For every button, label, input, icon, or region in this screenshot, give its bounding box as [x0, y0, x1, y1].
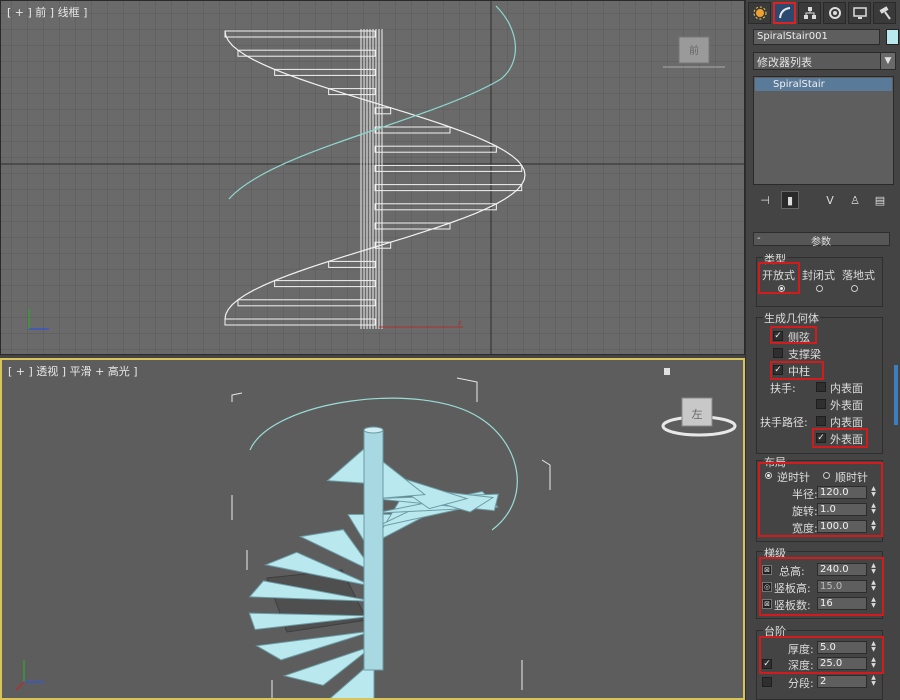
front-viewport-canvas: z 前: [1, 1, 744, 354]
rollout-toggle: -: [757, 233, 761, 244]
perspective-viewport-label[interactable]: [ + ] 透视 ] 平滑 + 高光 ]: [8, 363, 138, 379]
modify-icon: [778, 7, 790, 19]
type-closed-label[interactable]: 封闭式: [802, 267, 835, 283]
highlight-open: [758, 262, 800, 294]
stack-item-spiralstair[interactable]: SpiralStair: [755, 78, 892, 91]
tab-motion[interactable]: [823, 2, 846, 24]
highlight-layout: [758, 462, 883, 537]
tab-utilities[interactable]: [873, 2, 896, 24]
stack-toolbar: ⊣ ▮ V ♙ ▤: [756, 191, 896, 209]
viewcube-perspective-label: 左: [692, 408, 703, 421]
segments-spinner[interactable]: 2 ▲ ▼: [817, 675, 883, 689]
hammer-icon: [879, 6, 891, 20]
object-color-swatch[interactable]: [886, 29, 899, 45]
modifier-list-label: 修改器列表: [757, 56, 812, 69]
motion-icon: [828, 7, 841, 19]
viewport-home-icon[interactable]: [664, 368, 670, 375]
segments-value[interactable]: 2: [817, 675, 867, 688]
handrail-label: 扶手:: [770, 382, 796, 395]
persp-axis-tripod: [15, 660, 44, 691]
toolbar-gap: [806, 191, 814, 209]
type-box-label[interactable]: 落地式: [842, 267, 875, 283]
panel-scrollbar[interactable]: [894, 365, 898, 425]
carriage-checkbox[interactable]: [773, 348, 783, 358]
spinner-arrows-icon[interactable]: ▲ ▼: [869, 675, 878, 688]
handrail-inside-checkbox[interactable]: [816, 382, 826, 392]
display-icon: [852, 7, 867, 19]
command-panel: SpiralStair001 修改器列表 ▼ SpiralStair ⊣ ▮ V…: [745, 0, 900, 700]
perspective-viewport-canvas: 左: [15, 368, 737, 698]
rollout-title: 参数: [811, 237, 831, 248]
command-tabs: [748, 2, 898, 24]
segments-checkbox[interactable]: [762, 677, 772, 687]
segments-label: 分段:: [788, 677, 814, 690]
handrail-outside-checkbox[interactable]: [816, 399, 826, 409]
show-end-result-icon[interactable]: ▮: [781, 191, 799, 209]
highlight-stringers: [770, 326, 817, 344]
type-closed-radio[interactable]: [816, 285, 823, 292]
rail-path-label: 扶手路径:: [760, 416, 808, 429]
object-name-field[interactable]: SpiralStair001: [753, 29, 880, 45]
carriage-label: 支撑梁: [788, 348, 821, 361]
modifier-list-dropdown[interactable]: 修改器列表 ▼: [753, 52, 896, 70]
modifier-stack[interactable]: SpiralStair: [753, 76, 894, 185]
tab-hierarchy[interactable]: [798, 2, 821, 24]
tab-create[interactable]: [748, 2, 771, 24]
handrail-inside-label: 内表面: [830, 382, 863, 395]
highlight-rise: [759, 557, 884, 616]
geometry-group-title: 生成几何体: [763, 310, 820, 326]
parameters-rollout-header[interactable]: - 参数: [753, 232, 890, 248]
create-icon: [753, 6, 766, 20]
highlight-rail-outside: [812, 428, 868, 448]
chevron-down-icon: ▼: [880, 53, 895, 69]
remove-modifier-icon[interactable]: ♙: [846, 191, 864, 209]
configure-modifier-sets-icon[interactable]: ▤: [871, 191, 889, 209]
pin-stack-icon[interactable]: ⊣: [756, 191, 774, 209]
handrail-outside-label: 外表面: [830, 399, 863, 412]
viewcube-front-label: 前: [689, 44, 699, 57]
center-pole: [363, 429, 384, 671]
front-viewport-label[interactable]: [ + ] 前 ] 线框 ]: [7, 4, 87, 20]
perspective-viewport[interactable]: [ + ] 透视 ] 平滑 + 高光 ] 左: [0, 358, 745, 700]
hierarchy-icon: [803, 7, 816, 19]
type-box-radio[interactable]: [851, 285, 858, 292]
highlight-steps: [759, 636, 884, 674]
front-viewport[interactable]: [ + ] 前 ] 线框 ] z 前: [0, 0, 745, 355]
highlight-center-pole: [770, 361, 824, 380]
svg-text:z: z: [458, 319, 462, 327]
tab-modify[interactable]: [773, 2, 796, 24]
rail-inside-checkbox[interactable]: [816, 416, 826, 426]
tab-display[interactable]: [848, 2, 871, 24]
make-unique-icon[interactable]: V: [821, 191, 839, 209]
viewcube-perspective[interactable]: 左: [661, 397, 737, 437]
